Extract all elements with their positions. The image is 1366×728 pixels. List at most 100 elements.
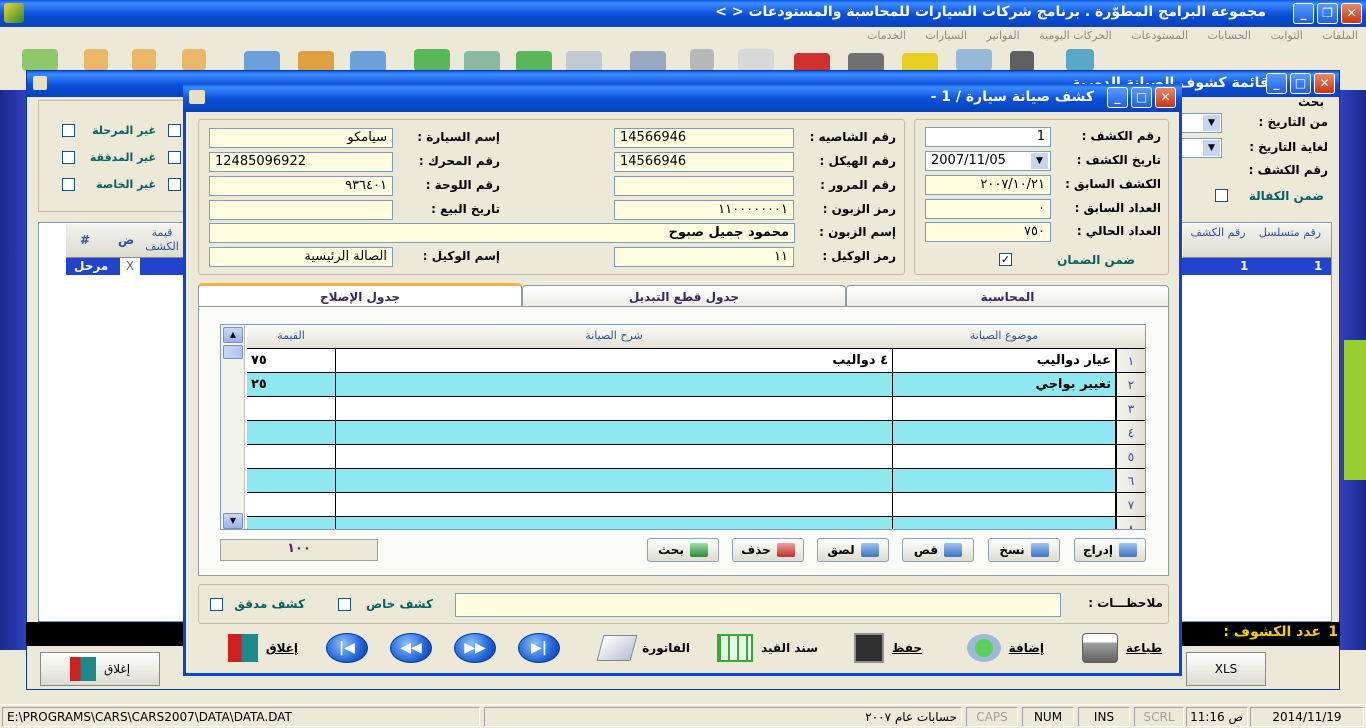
grid-cell-desc[interactable]: ٤ دواليب (336, 349, 893, 373)
customer-code-field[interactable]: ١١٠٠٠٠٠٠٠١ (614, 200, 794, 220)
bg-close-button[interactable]: إغلاق (40, 652, 160, 686)
inspection-date-dropdown-icon[interactable]: ▼ (1031, 153, 1048, 169)
grid-row[interactable]: ٧٥ ٤ دواليب عيار دواليب (247, 349, 1116, 373)
grid-cell-subject[interactable] (893, 421, 1116, 445)
voucher-button[interactable]: سند القيد (712, 628, 818, 668)
private-checkbox[interactable] (338, 598, 351, 611)
toolbar-icon-2[interactable] (84, 49, 108, 71)
grid-cell-value[interactable]: ٧٥ (247, 349, 336, 373)
grid-row[interactable]: ٢٥ تغيير بواجي (247, 373, 1116, 397)
current-meter-field[interactable]: ٧٥٠ (925, 222, 1051, 242)
grid-cell-desc[interactable] (336, 517, 893, 529)
grid-cell-subject[interactable]: تغيير بواجي (893, 373, 1116, 397)
notes-field[interactable] (455, 593, 1061, 617)
traffic-field[interactable] (614, 176, 794, 196)
grid-cell-subject[interactable]: عيار دواليب (893, 349, 1116, 373)
prev-inspection-field[interactable]: ٢٠٠٧/١٠/٢١ (925, 175, 1051, 195)
grid-col-value[interactable]: القيمة (247, 329, 335, 342)
previous-record-button[interactable]: ◀◀ (390, 633, 432, 663)
agent-name-field[interactable]: الصالة الرئيسية (209, 247, 393, 267)
prev-meter-field[interactable]: ٠ (925, 199, 1051, 219)
menu-item-constants[interactable]: الثوابت (1270, 29, 1302, 42)
menu-item-invoices[interactable]: الفواتير (987, 29, 1020, 42)
customer-name-field[interactable]: محمود جميل صبوح (209, 223, 795, 243)
dialog-maximize-button[interactable]: □ (1131, 87, 1152, 108)
grid-cell-subject[interactable] (893, 469, 1116, 493)
toolbar-icon-13[interactable] (690, 49, 714, 71)
grid-cell-desc[interactable] (336, 445, 893, 469)
menu-item-services[interactable]: الخدمات (867, 29, 906, 42)
tab-repair-table[interactable]: جدول الإصلاح (198, 283, 522, 307)
grid-row[interactable] (247, 493, 1116, 517)
toolbar-icon-20[interactable] (1066, 49, 1094, 71)
grid-cell-subject[interactable] (893, 517, 1116, 529)
grid-row[interactable] (247, 469, 1116, 493)
grid-col-desc[interactable]: شرح الصيانة (336, 329, 892, 342)
audited-checkbox[interactable] (210, 598, 223, 611)
menu-item-files[interactable]: الملفات (1322, 29, 1358, 42)
toolbar-icon-3[interactable] (132, 49, 156, 71)
toolbar-icon-18[interactable] (956, 49, 992, 71)
tab-spare-parts[interactable]: جدول قطع التبديل (522, 285, 846, 307)
grid-cell-value[interactable] (247, 445, 336, 469)
bg-col-value[interactable]: قيمة الكشف (142, 226, 182, 256)
grid-cell-subject[interactable] (893, 397, 1116, 421)
save-button[interactable]: حفظ (840, 628, 922, 668)
print-button[interactable]: طباعة (1070, 628, 1162, 668)
first-record-button[interactable]: |◀ (326, 633, 368, 663)
under-warranty-checkbox[interactable]: ✓ (999, 253, 1012, 266)
grid-cell-desc[interactable] (336, 397, 893, 421)
agent-code-field[interactable]: ١١ (614, 247, 794, 267)
bg-warranty-checkbox[interactable] (1215, 189, 1228, 202)
grid-cell-desc[interactable] (336, 493, 893, 517)
grid-cell-value[interactable] (247, 469, 336, 493)
cut-button[interactable]: قص (902, 538, 974, 562)
grid-cell-value[interactable] (247, 493, 336, 517)
grid-row[interactable] (247, 445, 1116, 469)
grid-row[interactable] (247, 517, 1116, 529)
car-name-field[interactable]: سيامكو (209, 128, 393, 148)
grid-cell-value[interactable] (247, 421, 336, 445)
grid-cell-value[interactable] (247, 517, 336, 529)
toolbar-icon-1[interactable] (22, 49, 58, 71)
chassis-field[interactable]: 14566946 (614, 128, 794, 148)
bg-to-date-dropdown[interactable]: ▼ (1203, 140, 1220, 156)
inspection-no-field[interactable]: 1 (925, 127, 1051, 147)
grid-col-subject[interactable]: موضوع الصيانة (893, 329, 1115, 342)
menu-item-accounts[interactable]: الحسابات (1208, 29, 1251, 42)
scroll-thumb[interactable] (223, 345, 243, 359)
dialog-minimize-button[interactable]: _ (1107, 87, 1128, 108)
paste-button[interactable]: لصق (817, 538, 889, 562)
engine-field[interactable]: 12485096922 (209, 152, 393, 172)
app-restore-button[interactable]: ❐ (1317, 3, 1338, 24)
grid-cell-subject[interactable] (893, 445, 1116, 469)
add-button[interactable]: إضافة (952, 628, 1044, 668)
last-record-button[interactable]: ▶| (518, 633, 560, 663)
toolbar-icon-4[interactable] (182, 49, 206, 71)
grid-row[interactable] (247, 421, 1116, 445)
scroll-down-icon[interactable]: ▼ (223, 513, 243, 529)
frame-field[interactable]: 14566946 (614, 152, 794, 172)
bg-window-minimize-button[interactable]: _ (1266, 73, 1287, 94)
grid-cell-value[interactable] (247, 397, 336, 421)
menu-item-daily-transactions[interactable]: الحركات اليومية (1039, 29, 1112, 42)
menu-item-warehouses[interactable]: المستودعات (1131, 29, 1188, 42)
grid-cell-value[interactable]: ٢٥ (247, 373, 336, 397)
copy-button[interactable]: نسخ (988, 538, 1060, 562)
bg-from-date-dropdown[interactable]: ▼ (1203, 115, 1220, 131)
invoice-button[interactable]: الفاتورة (596, 628, 690, 668)
bg-window-close-button[interactable]: ✕ (1314, 73, 1335, 94)
bg-col-d[interactable]: ض (118, 233, 134, 247)
bg-col-inspection-no[interactable]: رقم الكشف (1188, 226, 1248, 240)
tab-accounting[interactable]: المحاسبة (846, 285, 1169, 307)
toolbar-icon-8[interactable] (414, 49, 450, 71)
dialog-close-action-button[interactable]: إغلاق (206, 628, 298, 668)
delete-button[interactable]: حذف (732, 538, 804, 562)
next-record-button[interactable]: ▶▶ (454, 633, 496, 663)
menu-item-cars[interactable]: السيارات (925, 29, 967, 42)
sale-date-field[interactable] (209, 200, 393, 220)
bg-xls-button[interactable]: XLS (1186, 652, 1266, 686)
bg-col-hash[interactable]: # (80, 233, 90, 247)
scroll-up-icon[interactable]: ▲ (223, 327, 243, 343)
grid-cell-desc[interactable] (336, 469, 893, 493)
